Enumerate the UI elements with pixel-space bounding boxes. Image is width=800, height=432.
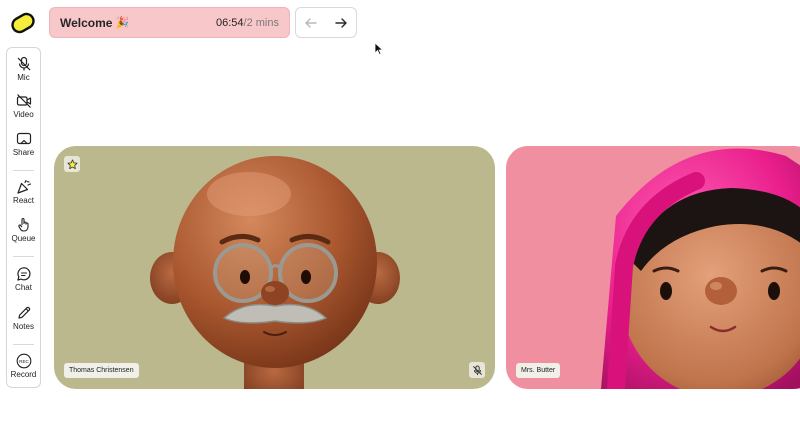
chat-bubble-icon — [16, 267, 30, 281]
pencil-icon — [17, 306, 30, 319]
participant-avatar — [150, 156, 400, 389]
queue-label: Queue — [11, 234, 36, 243]
share-screen-icon — [16, 132, 31, 145]
record-button[interactable]: REC Record — [7, 353, 40, 379]
participant-name-tag: Thomas Christensen — [64, 363, 139, 378]
arrow-right-icon — [335, 17, 347, 28]
party-popper-icon — [16, 179, 31, 194]
agenda-timer: 06:54/2 mins — [216, 17, 279, 29]
next-button[interactable] — [330, 12, 352, 34]
participant-avatar — [601, 148, 800, 389]
mic-label: Mic — [17, 73, 30, 82]
record-label: Record — [10, 370, 37, 379]
agenda-title: Welcome — [60, 15, 113, 30]
agenda-total: /2 mins — [243, 16, 279, 29]
react-label: React — [13, 196, 34, 205]
agenda-timer-bar[interactable]: Welcome 🎉 06:54/2 mins — [49, 7, 290, 38]
mic-off-icon — [472, 365, 482, 375]
share-label: Share — [12, 148, 35, 157]
chat-label: Chat — [15, 283, 32, 292]
chat-button[interactable]: Chat — [7, 266, 40, 292]
mic-off-icon — [17, 56, 30, 71]
react-button[interactable]: React — [7, 179, 40, 205]
sidebar-divider — [13, 170, 34, 171]
agenda-nav — [295, 7, 357, 38]
mic-button[interactable]: Mic — [7, 56, 40, 82]
video-off-icon — [16, 94, 31, 108]
raised-hand-icon — [17, 217, 29, 232]
participant-tile[interactable]: Thomas Christensen — [54, 146, 495, 389]
arrow-left-icon — [305, 17, 317, 28]
agenda-elapsed: 06:54 — [216, 16, 244, 29]
participant-name-tag: Mrs. Butter — [516, 363, 561, 378]
previous-button[interactable] — [300, 12, 322, 34]
notes-label: Notes — [13, 322, 34, 331]
participant-muted-indicator — [469, 362, 485, 378]
notes-button[interactable]: Notes — [7, 305, 40, 331]
participant-tile[interactable]: Mrs. Butter — [506, 146, 800, 389]
share-button[interactable]: Share — [7, 131, 40, 157]
rec-badge-text: REC — [19, 359, 29, 364]
video-button[interactable]: Video — [7, 93, 40, 119]
sidebar-toolbar: Mic Video Share React Queue Chat Notes R… — [6, 47, 41, 388]
queue-button[interactable]: Queue — [7, 217, 40, 243]
sidebar-divider — [13, 256, 34, 257]
star-icon — [67, 159, 77, 169]
rec-icon: REC — [16, 353, 31, 369]
mouse-cursor-icon — [374, 42, 384, 56]
favorite-button[interactable] — [64, 156, 80, 172]
video-label: Video — [13, 110, 34, 119]
sidebar-divider — [13, 344, 34, 345]
party-emoji-icon: 🎉 — [115, 17, 130, 29]
app-logo — [11, 12, 35, 34]
